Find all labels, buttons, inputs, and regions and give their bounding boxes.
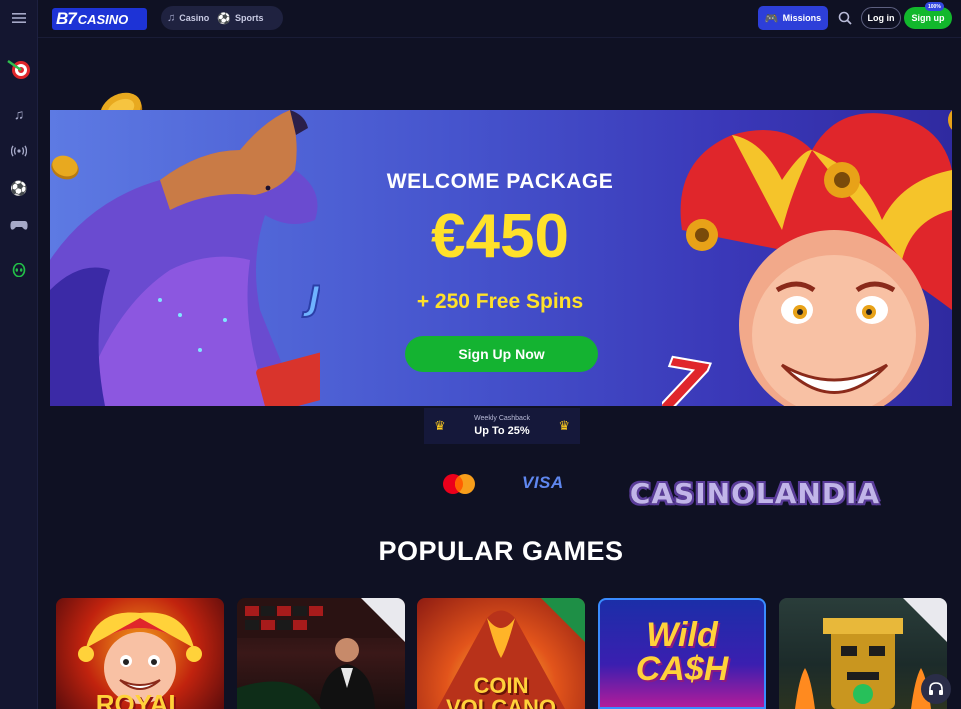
wolf-illustration: J — [50, 110, 320, 406]
casinolandia-logo[interactable]: CASINOLANDIA — [624, 468, 886, 518]
game-title: Wild CA$H — [635, 616, 729, 688]
top-bar: B7 CASINO ♫ Casino ⚽ Sports 🎮 Missions L… — [38, 0, 961, 38]
coin-decoration — [51, 155, 79, 180]
game-title: ROYAL — [95, 689, 185, 709]
svg-text:7: 7 — [662, 341, 713, 406]
banner-signup-button[interactable]: Sign Up Now — [405, 336, 598, 372]
mastercard-icon — [443, 474, 475, 494]
weekly-cashback: ♛ Weekly Cashback Up To 25% ♛ — [424, 408, 580, 444]
sidebar: ♫ ⚽ — [0, 0, 38, 709]
booongo-badge — [541, 598, 585, 642]
missions-label: Missions — [782, 13, 822, 23]
main-nav: ♫ Casino ⚽ Sports — [161, 6, 283, 30]
gamepad-icon[interactable] — [0, 210, 38, 240]
gamepad-icon: 🎮 — [764, 12, 779, 25]
missions-button[interactable]: 🎮 Missions — [758, 6, 828, 30]
crown-icon: ♛ — [434, 418, 446, 433]
login-button[interactable]: Log in — [861, 7, 901, 29]
jester-illustration: 7 — [662, 110, 952, 406]
nav-sports-label: Sports — [234, 13, 264, 23]
provider-badge — [903, 598, 947, 642]
crown-icon: ♛ — [558, 418, 570, 433]
search-icon[interactable] — [836, 9, 854, 27]
site-logo[interactable]: B7 CASINO — [52, 8, 147, 30]
nav-casino[interactable]: ♫ Casino — [167, 12, 209, 24]
popular-games-title: POPULAR GAMES — [378, 536, 624, 566]
logo-text: CASINO — [77, 11, 129, 27]
game-card-wild-cash[interactable]: Wild CA$H — [598, 598, 766, 709]
casino-icon: ♫ — [167, 12, 176, 24]
nav-casino-label: Casino — [179, 13, 210, 23]
game-card-coin-volcano[interactable]: COIN VOLCANO — [417, 598, 585, 709]
music-icon[interactable]: ♫ — [0, 99, 38, 129]
svg-text:J: J — [302, 279, 320, 319]
game-card-royal[interactable]: ROYAL — [56, 598, 224, 709]
live-icon[interactable] — [0, 136, 38, 166]
cashback-value: Up To 25% — [474, 425, 530, 437]
game-title: COIN VOLCANO — [446, 673, 556, 709]
soccer-ball-icon[interactable]: ⚽ — [0, 173, 38, 203]
target-icon[interactable] — [0, 54, 38, 84]
alien-icon[interactable] — [0, 255, 38, 285]
game-card-roulette[interactable] — [237, 598, 405, 709]
cashback-text: Weekly Cashback Up To 25% — [474, 415, 530, 437]
welcome-banner[interactable]: J WELCOME PACKAGE €450 + 250 Free Spins … — [50, 110, 952, 406]
support-chat-button[interactable] — [921, 674, 951, 704]
visa-logo: VISA — [522, 473, 564, 492]
banner-free-spins: + 250 Free Spins — [416, 290, 584, 313]
evolution-badge — [361, 598, 405, 642]
soccer-ball-icon: ⚽ — [217, 12, 231, 25]
menu-icon[interactable] — [0, 3, 38, 33]
cashback-label: Weekly Cashback — [474, 415, 530, 422]
nav-sports[interactable]: ⚽ Sports — [217, 12, 263, 25]
signup-bonus-badge: 100% — [925, 2, 944, 11]
banner-title: WELCOME PACKAGE — [386, 170, 614, 193]
headset-icon — [929, 682, 943, 695]
logo-mark: B7 — [56, 9, 77, 28]
banner-amount: €450 — [431, 202, 569, 271]
